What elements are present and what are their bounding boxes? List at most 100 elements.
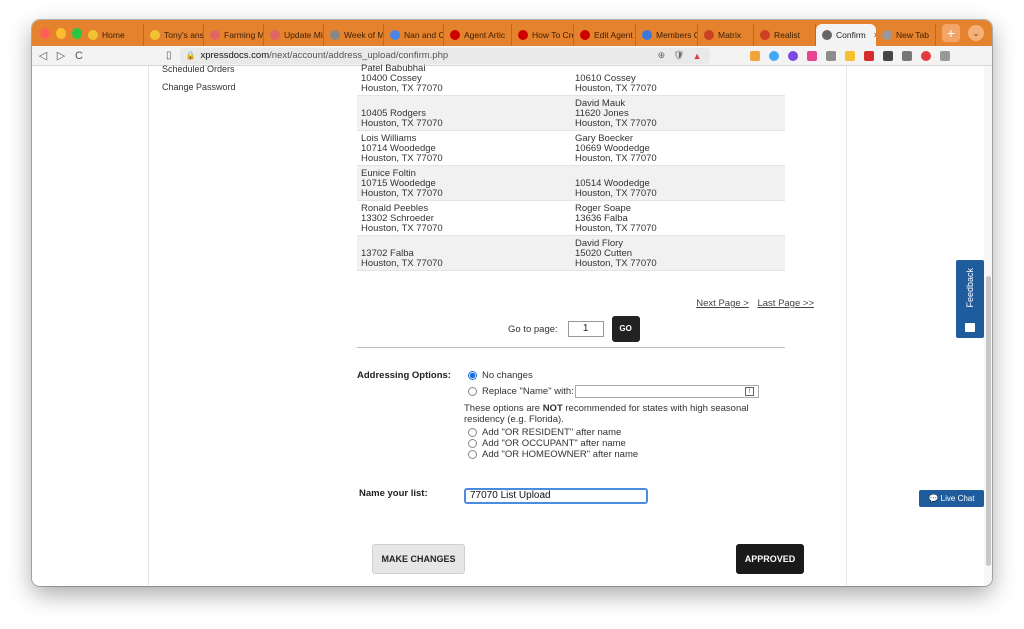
browser-tab[interactable]: Update Mic <box>264 24 324 46</box>
browser-tab[interactable]: How To Cre <box>512 24 574 46</box>
approved-button[interactable]: APPROVED <box>736 544 804 574</box>
make-changes-button[interactable]: MAKE CHANGES <box>372 544 465 574</box>
tab-label: Edit Agent <box>594 30 633 40</box>
radio-or-occupant[interactable] <box>468 439 477 448</box>
tab-menu-button[interactable]: ⌄ <box>968 25 984 41</box>
browser-tab[interactable]: Confirm× <box>816 24 876 46</box>
radio-no-changes[interactable] <box>468 371 477 380</box>
go-button[interactable]: GO <box>611 316 640 342</box>
browser-tab[interactable]: Realist <box>754 24 816 46</box>
browser-window: Home Tony's answ Farming Ma Update Mic Week … <box>32 20 992 586</box>
addressing-options-label: Addressing Options: <box>357 370 451 381</box>
option-no-changes[interactable]: No changes <box>468 370 533 381</box>
tab-favicon-icon <box>390 30 400 40</box>
tab-favicon-icon <box>150 30 160 40</box>
section-divider <box>357 347 785 348</box>
option-label: Add "OR RESIDENT" after name <box>482 427 622 438</box>
replace-name-input[interactable]: ! <box>575 385 759 398</box>
zoom-icon[interactable]: ⊕ <box>658 50 666 61</box>
option-or-resident[interactable]: Add "OR RESIDENT" after name <box>468 427 621 438</box>
lock-icon: 🔒 <box>185 51 196 60</box>
extension-icon[interactable] <box>787 50 798 61</box>
radio-replace-name[interactable] <box>468 387 477 396</box>
address-line: Houston, TX 77070 <box>361 258 443 269</box>
browser-tab[interactable]: Week of Ma <box>324 24 384 46</box>
address-cell: 10610 Cossey Houston, TX 77070 <box>571 66 785 95</box>
extension-icon[interactable] <box>806 50 817 61</box>
sidebar-item-scheduled-orders[interactable]: Scheduled Orders <box>162 64 235 74</box>
table-row: Ronald Peebles 13302 Schroeder Houston, TX… <box>357 201 785 236</box>
browser-tab[interactable]: New Tab <box>876 24 936 46</box>
browser-tab[interactable]: Agent Artic <box>444 24 512 46</box>
tab-favicon-icon <box>270 30 280 40</box>
brave-rewards-icon[interactable]: ▲ <box>693 51 702 61</box>
menu-icon[interactable] <box>939 50 950 61</box>
reload-button[interactable]: C <box>72 50 86 62</box>
browser-tab[interactable]: Edit Agent <box>574 24 636 46</box>
extension-icon[interactable] <box>768 50 779 61</box>
last-page-link[interactable]: Last Page >> <box>757 298 814 309</box>
live-chat-button[interactable]: 💬 Live Chat <box>919 490 984 507</box>
address-cell: Gary Boecker 10669 Woodedge Houston, TX 77… <box>571 131 785 165</box>
browser-tab[interactable]: Tony's answ <box>144 24 204 46</box>
address-cell: Lois Williams 10714 Woodedge Houston, TX 7… <box>357 131 571 165</box>
browser-tab[interactable]: Farming Ma <box>204 24 264 46</box>
back-button[interactable]: ◁ <box>36 49 50 62</box>
scrollbar[interactable] <box>984 66 992 586</box>
profile-avatar[interactable] <box>920 50 931 61</box>
tab-favicon-icon <box>882 30 892 40</box>
tab-label: Confirm <box>836 30 866 40</box>
tab-label: Matrix <box>718 30 742 40</box>
address-bar[interactable]: 🔒 xpressdocs.com /next/account/address_u… <box>179 47 710 64</box>
option-label: Add "OR HOMEOWNER" after name <box>482 449 639 460</box>
forward-button[interactable]: ▷ <box>54 49 68 62</box>
option-replace-name[interactable]: Replace "Name" with: <box>468 386 574 397</box>
feedback-button[interactable]: Feedback <box>956 260 984 338</box>
tab-strip: Home Tony's answ Farming Ma Update Mic Week … <box>32 20 992 46</box>
address-line: Houston, TX 77070 <box>575 153 657 164</box>
url-host: xpressdocs.com <box>200 50 270 61</box>
browser-tab[interactable]: Members C <box>636 24 698 46</box>
option-or-occupant[interactable]: Add "OR OCCUPANT" after name <box>468 438 626 449</box>
brave-shield-icon[interactable]: 🛡 <box>673 50 684 61</box>
address-cell: 10405 Rodgers Houston, TX 77070 <box>357 96 571 130</box>
window-controls <box>32 27 82 39</box>
tab-favicon-icon <box>760 30 770 40</box>
sidebar-item-change-password[interactable]: Change Password <box>162 82 236 92</box>
table-row: Lois Williams 10714 Woodedge Houston, TX 7… <box>357 131 785 166</box>
extension-icon[interactable] <box>863 50 874 61</box>
scrollbar-thumb[interactable] <box>986 276 991 566</box>
minimize-window-button[interactable] <box>56 27 66 39</box>
table-row: Eunice Foltin 10715 Woodedge Houston, TX 7… <box>357 166 785 201</box>
note-emphasis: NOT <box>542 403 563 414</box>
option-or-homeowner[interactable]: Add "OR HOMEOWNER" after name <box>468 449 638 460</box>
page-number-input[interactable]: 1 <box>567 321 604 337</box>
bookmark-icon[interactable]: ▯ <box>166 50 172 61</box>
tab-label: Tony's answ <box>164 30 204 40</box>
radio-or-homeowner[interactable] <box>468 450 477 459</box>
zoom-window-button[interactable] <box>72 27 82 39</box>
browser-tab[interactable]: Nan and Co <box>384 24 444 46</box>
next-page-link[interactable]: Next Page > <box>696 298 749 309</box>
column-divider-left <box>148 66 149 586</box>
tab-favicon-icon <box>822 30 832 40</box>
wallet-icon[interactable] <box>901 50 912 61</box>
address-line: Houston, TX 77070 <box>361 153 443 164</box>
tab-favicon-icon <box>704 30 714 40</box>
radio-or-resident[interactable] <box>468 428 477 437</box>
extension-icon[interactable] <box>749 50 760 61</box>
puzzle-icon[interactable] <box>882 50 893 61</box>
browser-tab[interactable]: Home <box>82 24 144 46</box>
new-tab-button[interactable]: + <box>942 24 960 42</box>
extension-icon[interactable] <box>825 50 836 61</box>
list-name-label: Name your list: <box>359 488 428 499</box>
close-window-button[interactable] <box>40 27 50 39</box>
url-path: /next/account/address_upload/confirm.php <box>269 50 449 61</box>
browser-tab[interactable]: Matrix <box>698 24 754 46</box>
column-divider-right <box>846 66 847 586</box>
extension-icon[interactable] <box>844 50 855 61</box>
list-name-input[interactable]: 77070 List Upload <box>464 488 648 504</box>
option-label: No changes <box>482 370 533 381</box>
pager: Next Page > Last Page >> <box>690 298 814 309</box>
address-line: Houston, TX 77070 <box>575 223 657 234</box>
